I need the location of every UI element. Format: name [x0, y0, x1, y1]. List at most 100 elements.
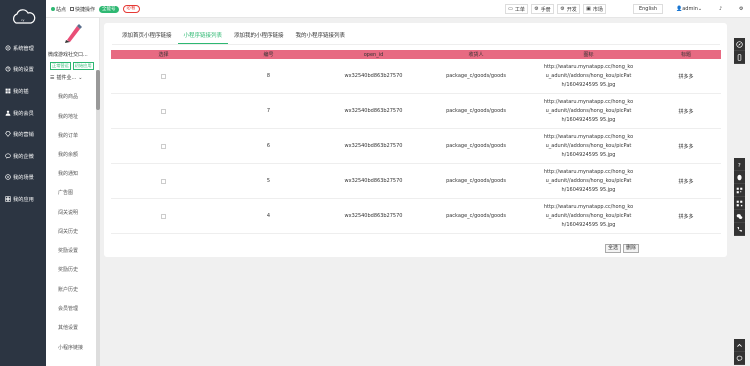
menu-item-member-manage[interactable]: 会员管理 — [58, 305, 78, 312]
icon-url-line: http://wataru.mynatapp.cc/hong_ko — [543, 98, 634, 105]
settings-gear-icon[interactable]: ⚙ — [739, 0, 743, 18]
site-link[interactable]: 站点 — [51, 6, 66, 13]
icon-url-line: u_adunit//addons/hong_kou/picPat — [545, 212, 632, 219]
receiver-cell: package_c/goods/goods — [446, 213, 506, 219]
sidebar-item-wecom[interactable]: 我的企微 — [0, 150, 46, 162]
select-all-button[interactable]: 全选 — [605, 244, 622, 253]
app-name: 微成游戏社交口... — [48, 52, 88, 58]
table-actions: 全选 删除 — [605, 244, 640, 253]
select-cell — [111, 59, 216, 93]
plugin-menu-head[interactable]: ☰ 插件业... ⌄ — [50, 74, 82, 82]
diamond-icon — [5, 131, 11, 137]
menu-item-account-history[interactable]: 账户历史 — [58, 286, 78, 293]
sidebar-item-label: 我的会员 — [13, 110, 34, 117]
menu-item-level-history[interactable]: 闯关历史 — [58, 228, 78, 235]
sidebar-item-marketing[interactable]: 我的营销 — [0, 128, 46, 140]
select-cell — [111, 199, 216, 233]
question-icon[interactable]: ? — [734, 158, 745, 171]
table-row: 8 wx32540bd863b27570 package_c/goods/goo… — [111, 59, 721, 94]
row-checkbox[interactable] — [161, 108, 166, 114]
plugin-menu-head-label: 插件业... — [56, 75, 77, 81]
sidebar-scrollbar[interactable] — [96, 70, 100, 366]
tab-mini-link-list[interactable]: 小程序链接列表 — [177, 30, 229, 44]
table-header: 选择 编号 open_id 收货人 图标 标题 — [111, 50, 721, 59]
sidebar-item-members[interactable]: 我的会员 — [0, 107, 46, 119]
menu-item-address[interactable]: 我的地址 — [58, 113, 78, 120]
right-toolbar-bottom — [734, 339, 745, 365]
qrcode-icon[interactable] — [734, 184, 745, 197]
menu-item-reward-history[interactable]: 奖励历史 — [58, 266, 78, 273]
id-cell: 6 — [266, 143, 271, 149]
id-cell: 4 — [266, 213, 271, 219]
menu-item-products[interactable]: 我的商品 — [58, 93, 78, 100]
develop-button[interactable]: ⚙ 开发 — [557, 4, 580, 14]
scrollbar-thumb[interactable] — [96, 70, 100, 110]
gear-icon — [5, 45, 11, 51]
full-account-badge[interactable]: 全能号 — [99, 5, 119, 13]
openid-cell: wx32540bd863b27570 — [344, 143, 403, 149]
svg-text:cy: cy — [21, 18, 25, 22]
top-bar: 站点 快捷操作 全能号 必看 ▭ 工单 ⚙ 手册 ⚙ 开发 ▣ 市场 English 👤… — [46, 0, 750, 18]
title-cell: 拼多多 — [678, 73, 694, 80]
tab-add-my-link[interactable]: 添加我的小程序链接 — [228, 30, 290, 44]
row-checkbox[interactable] — [161, 73, 166, 79]
app-tag: 初始应用 — [72, 62, 94, 70]
title-cell: 拼多多 — [678, 108, 694, 115]
gamepad-icon — [5, 174, 11, 180]
user-icon — [5, 110, 11, 116]
icon-url-line: h/1604924595 95.jpg — [561, 81, 616, 88]
table-row: 4 wx32540bd863b27570 package_c/goods/goo… — [111, 199, 721, 234]
chevron-down-icon: ⌄ — [697, 6, 703, 12]
user-name: admin — [682, 6, 698, 12]
icon-url-line: h/1604924595 95.jpg — [561, 186, 616, 193]
quick-ops-link[interactable]: 快捷操作 — [70, 6, 95, 13]
sidebar-item-settings[interactable]: 我的设置 — [0, 63, 46, 75]
site-label: 站点 — [56, 6, 67, 13]
menu-item-notice[interactable]: 我的通知 — [58, 170, 78, 177]
menu-item-banner[interactable]: 广告图 — [58, 189, 73, 196]
sidebar-item-label: 我的插 — [13, 88, 29, 95]
tab-add-home-link[interactable]: 添加首页小程序链接 — [116, 30, 178, 44]
must-read-badge[interactable]: 必看 — [122, 5, 140, 13]
qrcode2-icon[interactable] — [734, 197, 745, 210]
links-table: 选择 编号 open_id 收货人 图标 标题 8 wx32540bd863b2… — [111, 50, 721, 234]
ticket-button[interactable]: ▭ 工单 — [505, 4, 528, 14]
manual-button[interactable]: ⚙ 手册 — [531, 4, 554, 14]
menu-item-orders[interactable]: 我的订单 — [58, 132, 78, 139]
market-icon: ▣ — [586, 6, 591, 12]
chevron-up-icon[interactable] — [734, 339, 745, 352]
market-button[interactable]: ▣ 市场 — [583, 4, 606, 14]
phone-icon[interactable] — [734, 223, 745, 236]
sidebar-item-system[interactable]: 系统管理 — [0, 42, 46, 54]
menu-item-level-desc[interactable]: 闯关说明 — [58, 209, 78, 216]
menu-item-other-settings[interactable]: 其他设置 — [58, 324, 78, 331]
icon-url-line: http://wataru.mynatapp.cc/hong_ko — [543, 133, 634, 140]
row-checkbox[interactable] — [161, 178, 166, 184]
icon-cell: http://wataru.mynatapp.cc/hong_ko u_adun… — [526, 164, 651, 198]
notification-bell-icon[interactable]: ♪ — [719, 0, 722, 18]
compass-icon[interactable] — [734, 38, 745, 51]
icon-cell: http://wataru.mynatapp.cc/hong_ko u_adun… — [526, 129, 651, 163]
title-cell: 拼多多 — [678, 143, 694, 150]
row-checkbox[interactable] — [161, 213, 166, 219]
chat-bubble-icon[interactable] — [734, 352, 745, 365]
col-receiver: 收货人 — [468, 52, 484, 58]
openid-cell: wx32540bd863b27570 — [344, 108, 403, 114]
qq-icon[interactable] — [734, 171, 745, 184]
menu-item-balance[interactable]: 我的余额 — [58, 151, 78, 158]
wechat-icon[interactable] — [734, 210, 745, 223]
language-button[interactable]: English — [633, 4, 663, 14]
menu-item-reward-settings[interactable]: 奖励设置 — [58, 247, 78, 254]
delete-button[interactable]: 删除 — [623, 244, 640, 253]
receiver-cell: package_c/goods/goods — [446, 73, 506, 79]
manual-label: 手册 — [540, 6, 551, 13]
tab-my-link-list[interactable]: 我的小程序链接列表 — [290, 30, 352, 44]
sidebar-item-apps[interactable]: 我的应用 — [0, 193, 46, 205]
row-checkbox[interactable] — [161, 143, 166, 149]
sidebar-item-scenes[interactable]: 我的场景 — [0, 171, 46, 183]
sidebar-item-plugins[interactable]: 我的插 — [0, 85, 46, 97]
mobile-icon[interactable] — [734, 51, 745, 64]
user-menu[interactable]: 👤 admin ⌄ — [676, 0, 702, 18]
menu-item-mini-links[interactable]: 小程序链接 — [58, 344, 83, 351]
openid-cell: wx32540bd863b27570 — [344, 213, 403, 219]
